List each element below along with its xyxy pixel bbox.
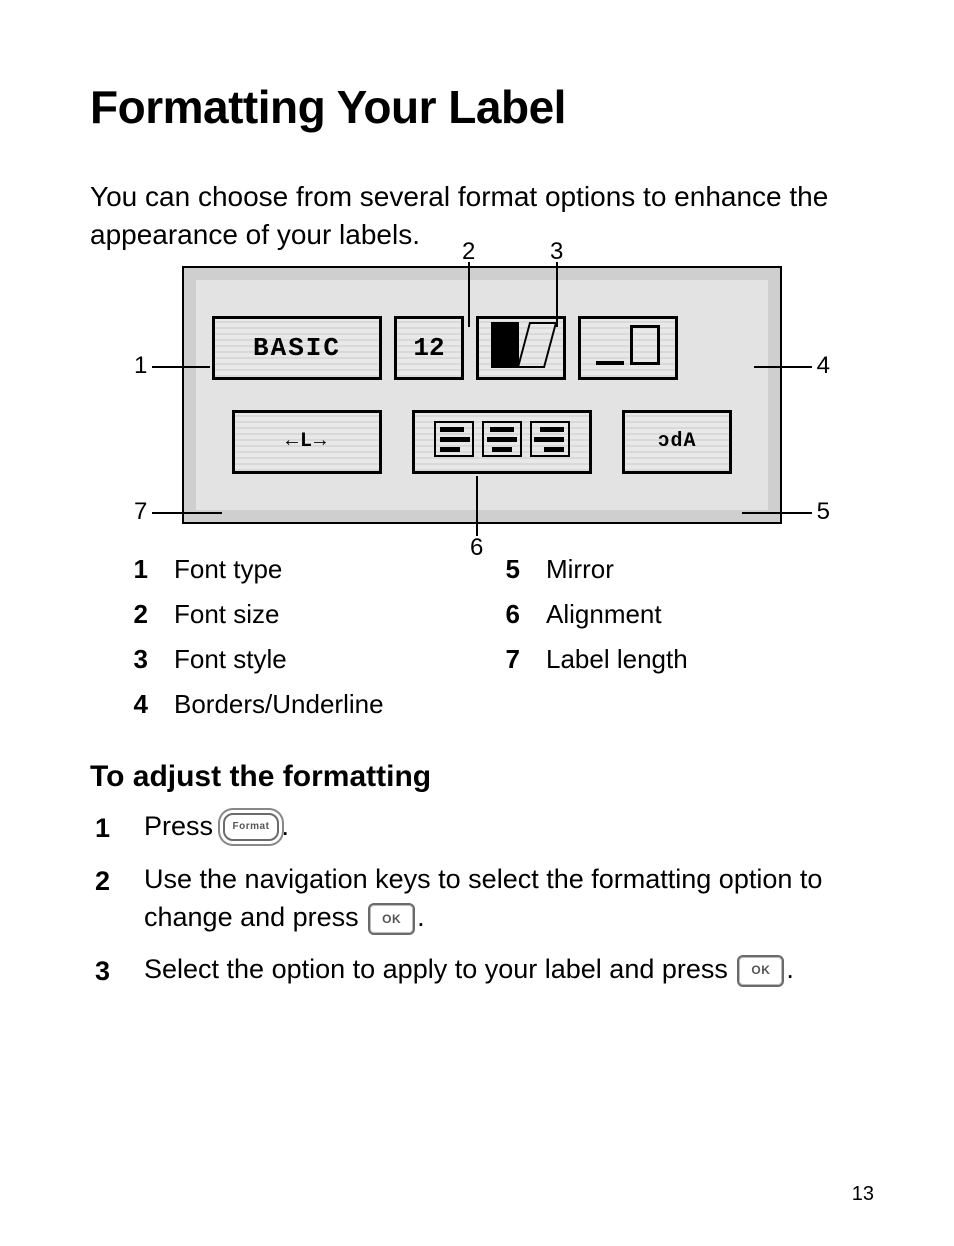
screen-borders-icon (578, 316, 678, 380)
align-icons (430, 421, 574, 462)
screen-font-size: 12 (394, 316, 464, 380)
step-text: . (786, 954, 794, 984)
callout-5: 5 (817, 498, 830, 526)
ok-key-icon: OK (737, 955, 784, 987)
legend-item: 7Label length (502, 644, 834, 675)
legend-item: 6Alignment (502, 599, 834, 630)
underline-box-icon (593, 325, 663, 370)
step-text: . (281, 811, 289, 841)
legend-item: 2Font size (130, 599, 462, 630)
callout-4: 4 (817, 352, 830, 380)
page-heading: Formatting Your Label (90, 80, 874, 134)
subheading: To adjust the formatting (90, 760, 874, 794)
legend-item: 3Font style (130, 644, 462, 675)
figure-legend: 1Font type 5Mirror 2Font size 6Alignment… (130, 554, 834, 720)
screen-font-type: BASIC (212, 316, 382, 380)
legend-item: 4Borders/Underline (130, 689, 462, 720)
step-number: 2 (90, 861, 110, 901)
screen-label-length: ←L→ (232, 410, 382, 474)
step-number: 1 (90, 808, 110, 848)
step-text: Select the option to apply to your label… (144, 954, 735, 984)
screen-alignment-icon (412, 410, 592, 474)
callout-7: 7 (134, 498, 147, 526)
step-text: Press (144, 811, 221, 841)
ok-key-icon: OK (368, 903, 415, 935)
page-number: 13 (852, 1183, 874, 1206)
screen-font-style-icon (476, 316, 566, 380)
callout-1: 1 (134, 352, 147, 380)
instruction-steps: 1 Press Format. 2 Use the navigation key… (90, 808, 874, 991)
legend-item: 1Font type (130, 554, 462, 585)
intro-paragraph: You can choose from several format optio… (90, 178, 874, 254)
step-number: 3 (90, 951, 110, 991)
step-text: . (417, 902, 425, 932)
legend-item: 5Mirror (502, 554, 834, 585)
callout-6: 6 (470, 534, 483, 562)
bold-italic-icon (489, 322, 553, 373)
format-key-icon: Format (223, 813, 280, 841)
step-text: Use the navigation keys to select the fo… (144, 864, 822, 932)
screen-mirror: ɔdA (622, 410, 732, 474)
lcd-figure: 2 3 1 4 7 5 6 BASIC 12 (182, 266, 782, 524)
